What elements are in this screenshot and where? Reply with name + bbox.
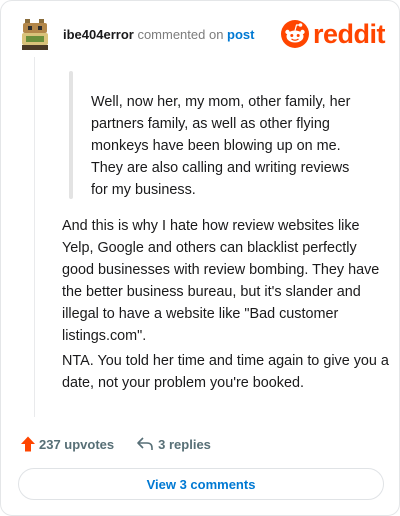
reddit-logo[interactable]: reddit (280, 18, 386, 50)
view-comments-button[interactable]: View 3 comments (18, 468, 384, 500)
replies-count: 3 replies (158, 436, 211, 452)
upvote-count: 237 upvotes (39, 436, 115, 452)
comment-paragraph: NTA. You told her time and time again to… (62, 353, 389, 391)
comment-paragraph: And this is why I hate how review websit… (62, 218, 380, 344)
reddit-wordmark: reddit (312, 18, 386, 49)
upvote-arrow-icon (19, 435, 37, 453)
comment-card: ibe404error commented on post reddit Wel… (0, 0, 400, 516)
quote-bar (69, 71, 73, 199)
commented-on-label: commented on (133, 27, 228, 42)
avatar-icon[interactable] (19, 17, 51, 51)
post-link[interactable]: post (227, 27, 254, 42)
comment-actions: 237 upvotes 3 replies (19, 433, 211, 455)
blockquote-text: Well, now her, my mom, other family, her… (91, 94, 351, 198)
replies-button[interactable]: 3 replies (136, 435, 211, 453)
upvote-button[interactable]: 237 upvotes (19, 435, 114, 453)
username-link[interactable]: ibe404error (63, 27, 134, 42)
comment-meta: ibe404error commented on post (63, 27, 255, 42)
reply-arrow-icon (136, 435, 154, 453)
thread-line[interactable] (34, 57, 35, 417)
comment-header: ibe404error commented on post reddit (19, 17, 386, 51)
reddit-snoo-icon (280, 20, 309, 48)
